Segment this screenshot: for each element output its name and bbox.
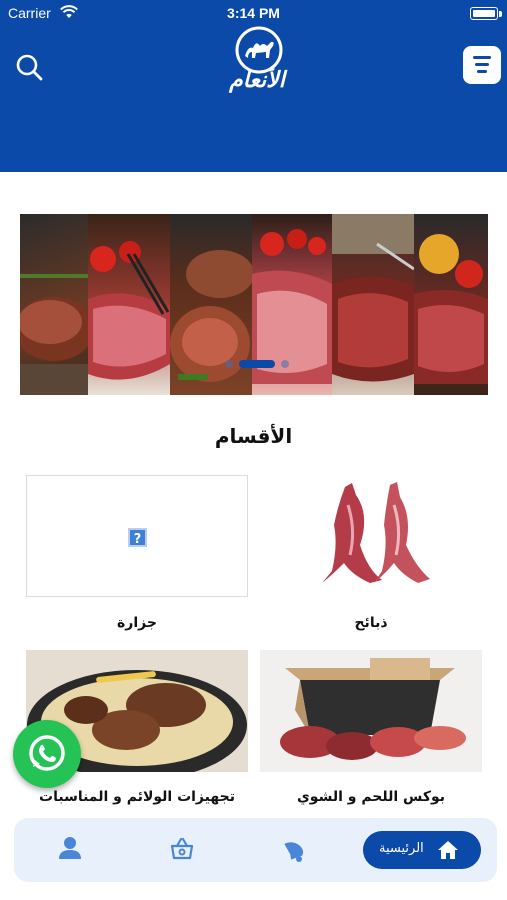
category-label[interactable]: جزارة xyxy=(26,615,248,631)
search-icon xyxy=(16,54,43,81)
whatsapp-button[interactable] xyxy=(13,720,81,788)
whatsapp-icon xyxy=(29,735,65,771)
filter-button[interactable] xyxy=(463,46,501,84)
tab-cart[interactable] xyxy=(164,832,200,868)
app-logo: الأنعام xyxy=(215,24,299,100)
categories-title: الأقسام xyxy=(214,424,293,448)
pagination-dot[interactable] xyxy=(225,360,233,368)
tab-notifications[interactable] xyxy=(276,832,312,868)
category-label[interactable]: تجهيزات الولائم و المناسبات xyxy=(26,789,248,805)
carcass-image xyxy=(322,482,430,583)
banner-pagination xyxy=(225,360,289,368)
profile-icon xyxy=(59,837,81,859)
status-time: 3:14 PM xyxy=(227,5,280,21)
home-icon xyxy=(438,841,458,859)
tab-profile[interactable] xyxy=(52,832,88,868)
filter-icon xyxy=(473,56,491,73)
banner-panel xyxy=(88,214,170,395)
banner-panel xyxy=(332,214,414,395)
category-label[interactable]: ذبائح xyxy=(260,615,482,631)
broken-image-icon: ? xyxy=(128,528,147,547)
category-label[interactable]: بوكس اللحم و الشوي xyxy=(260,789,482,805)
pagination-dot[interactable] xyxy=(281,360,289,368)
search-button[interactable] xyxy=(12,50,46,84)
cart-icon xyxy=(170,837,194,860)
pagination-dot-active[interactable] xyxy=(239,360,275,368)
notifications-icon xyxy=(284,842,304,862)
battery-icon xyxy=(470,7,498,20)
category-card-butchery[interactable]: ? xyxy=(26,475,248,597)
bottom-tab-bar: الرئيسية xyxy=(14,818,497,882)
banner-panel xyxy=(20,214,88,395)
meat-box-image xyxy=(260,650,482,772)
app-header: Carrier 3:14 PM الأنعام xyxy=(0,0,507,172)
logo-text: الأنعام xyxy=(229,68,285,93)
promo-banner[interactable] xyxy=(20,214,488,395)
tab-home-label: الرئيسية xyxy=(379,841,424,856)
category-card-meat-box[interactable] xyxy=(260,650,482,772)
category-card-carcasses[interactable] xyxy=(260,475,482,597)
banner-panel xyxy=(414,214,488,395)
tab-home[interactable]: الرئيسية xyxy=(363,831,481,869)
camel-logo-icon xyxy=(235,26,283,74)
